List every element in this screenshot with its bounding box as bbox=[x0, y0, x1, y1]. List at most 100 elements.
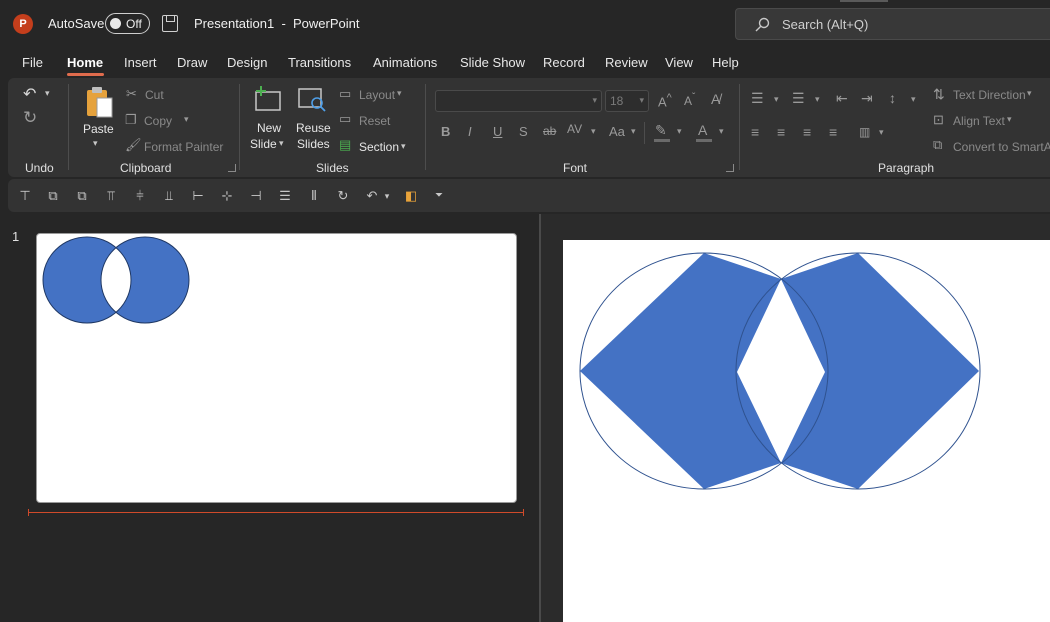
tab-draw[interactable]: Draw bbox=[177, 55, 207, 70]
increase-font-size-icon[interactable]: A^ bbox=[658, 92, 672, 109]
clipboard-launcher-icon[interactable] bbox=[228, 164, 236, 172]
slide-canvas[interactable] bbox=[563, 240, 1050, 622]
new-slide-dropdown-icon[interactable]: ▾ bbox=[279, 138, 284, 149]
align-center-icon[interactable]: ≡ bbox=[777, 124, 785, 140]
tab-record[interactable]: Record bbox=[543, 55, 585, 70]
highlight-dropdown-icon[interactable]: ▾ bbox=[677, 126, 682, 137]
reset-icon[interactable]: ▭ bbox=[339, 111, 351, 127]
send-backward-icon[interactable]: ⧉ bbox=[73, 187, 91, 205]
align-left-icon[interactable]: ≡ bbox=[751, 124, 759, 140]
align-middle-icon[interactable]: ⫩ bbox=[131, 187, 149, 205]
new-slide-label-1[interactable]: New bbox=[257, 121, 281, 135]
tab-animations[interactable]: Animations bbox=[373, 55, 437, 70]
redo-icon[interactable]: ↻ bbox=[23, 108, 37, 128]
section-icon[interactable]: ▤ bbox=[339, 137, 351, 153]
bold-icon[interactable]: B bbox=[441, 124, 450, 139]
copy-dropdown-icon[interactable]: ▾ bbox=[184, 114, 189, 125]
tab-home[interactable]: Home bbox=[67, 55, 103, 70]
columns-icon[interactable]: ▥ bbox=[859, 125, 870, 139]
distribute-horizontal-icon[interactable]: ⫴ bbox=[305, 187, 323, 205]
paste-dropdown-icon[interactable]: ▾ bbox=[93, 138, 98, 149]
align-text-icon[interactable]: ⊡ bbox=[933, 112, 944, 128]
underline-icon[interactable]: U bbox=[493, 124, 502, 139]
align-right-icon[interactable]: ≡ bbox=[803, 124, 811, 140]
tab-file[interactable]: File bbox=[22, 55, 43, 70]
qat-undo-dropdown-icon[interactable]: ▾ bbox=[378, 187, 396, 205]
bullets-dropdown-icon[interactable]: ▾ bbox=[774, 94, 779, 105]
align-left-objects-icon[interactable]: ⊢ bbox=[189, 187, 207, 205]
font-color-dropdown-icon[interactable]: ▾ bbox=[719, 126, 724, 137]
paste-icon[interactable] bbox=[84, 85, 114, 119]
align-text-label[interactable]: Align Text bbox=[953, 114, 1005, 128]
change-case-icon[interactable]: Aa bbox=[609, 124, 625, 139]
layout-icon[interactable]: ▭ bbox=[339, 86, 351, 102]
tab-design[interactable]: Design bbox=[227, 55, 267, 70]
present-icon[interactable]: ⊤ bbox=[16, 187, 34, 205]
section-label[interactable]: Section bbox=[359, 140, 399, 154]
numbering-dropdown-icon[interactable]: ▾ bbox=[815, 94, 820, 105]
slide-shapes[interactable] bbox=[563, 240, 1050, 622]
align-right-objects-icon[interactable]: ⊣ bbox=[247, 187, 265, 205]
text-direction-label[interactable]: Text Direction bbox=[953, 88, 1026, 102]
font-launcher-icon[interactable] bbox=[726, 164, 734, 172]
line-spacing-dropdown-icon[interactable]: ▾ bbox=[911, 94, 916, 105]
reuse-slides-label-1[interactable]: Reuse bbox=[296, 121, 331, 135]
format-painter-icon[interactable]: 🖌 bbox=[125, 137, 142, 153]
clear-formatting-icon[interactable]: A̸ bbox=[711, 91, 720, 107]
align-bottom-icon[interactable]: ⫫ bbox=[160, 187, 178, 205]
new-slide-icon[interactable] bbox=[253, 86, 283, 112]
save-icon[interactable] bbox=[162, 15, 178, 32]
undo-icon[interactable]: ↶ bbox=[23, 84, 36, 104]
customize-qat-icon[interactable]: ⏷ bbox=[430, 187, 448, 205]
character-spacing-dropdown-icon[interactable]: ▾ bbox=[591, 126, 596, 137]
highlight-icon[interactable]: ✎ bbox=[655, 122, 667, 139]
italic-icon[interactable]: I bbox=[468, 124, 472, 139]
tab-insert[interactable]: Insert bbox=[124, 55, 157, 70]
cut-label[interactable]: Cut bbox=[145, 88, 164, 102]
numbering-icon[interactable]: ☰ bbox=[792, 90, 805, 107]
justify-icon[interactable]: ≡ bbox=[829, 124, 837, 140]
font-size-dropdown[interactable]: 18 ▾ bbox=[605, 90, 649, 112]
decrease-indent-icon[interactable]: ⇤ bbox=[836, 90, 848, 107]
paste-label[interactable]: Paste bbox=[83, 122, 114, 136]
font-name-dropdown[interactable]: ▾ bbox=[435, 90, 602, 112]
new-slide-label-2[interactable]: Slide bbox=[250, 137, 277, 151]
smartart-icon[interactable]: ⧉ bbox=[933, 137, 942, 153]
section-dropdown-icon[interactable]: ▾ bbox=[401, 141, 406, 152]
distribute-vertical-icon[interactable]: ☰ bbox=[276, 187, 294, 205]
tab-help[interactable]: Help bbox=[712, 55, 739, 70]
cut-icon[interactable]: ✂ bbox=[126, 86, 137, 102]
copy-icon[interactable]: ❐ bbox=[125, 112, 137, 128]
align-top-icon[interactable]: ⫪ bbox=[102, 187, 120, 205]
copy-label[interactable]: Copy bbox=[144, 114, 172, 128]
tab-transitions[interactable]: Transitions bbox=[288, 55, 351, 70]
text-direction-dropdown-icon[interactable]: ▾ bbox=[1027, 88, 1032, 99]
rotate-icon[interactable]: ↻ bbox=[334, 187, 352, 205]
tab-review[interactable]: Review bbox=[605, 55, 648, 70]
align-text-dropdown-icon[interactable]: ▾ bbox=[1007, 114, 1012, 125]
align-center-objects-icon[interactable]: ⊹ bbox=[218, 187, 236, 205]
increase-indent-icon[interactable]: ⇥ bbox=[861, 90, 873, 107]
undo-dropdown-icon[interactable]: ▾ bbox=[45, 88, 50, 99]
tab-slide-show[interactable]: Slide Show bbox=[460, 55, 525, 70]
columns-dropdown-icon[interactable]: ▾ bbox=[879, 127, 884, 138]
format-painter-label[interactable]: Format Painter bbox=[144, 140, 223, 154]
layout-label[interactable]: Layout bbox=[359, 88, 395, 102]
reuse-slides-label-2[interactable]: Slides bbox=[297, 137, 330, 151]
line-spacing-icon[interactable]: ↕ bbox=[889, 90, 896, 106]
reuse-slides-icon[interactable] bbox=[297, 86, 327, 114]
convert-smartart-label[interactable]: Convert to SmartA bbox=[953, 140, 1050, 154]
change-case-dropdown-icon[interactable]: ▾ bbox=[631, 126, 636, 137]
decrease-font-size-icon[interactable]: Aˇ bbox=[684, 92, 695, 108]
reset-label[interactable]: Reset bbox=[359, 114, 390, 128]
tab-view[interactable]: View bbox=[665, 55, 693, 70]
bring-forward-icon[interactable]: ⧉ bbox=[44, 187, 62, 205]
text-shadow-icon[interactable]: S bbox=[519, 124, 528, 139]
strikethrough-icon[interactable]: ab bbox=[543, 124, 556, 138]
search-box[interactable]: Search (Alt+Q) bbox=[735, 8, 1050, 40]
bullets-icon[interactable]: ☰ bbox=[751, 90, 764, 107]
character-spacing-icon[interactable]: AV bbox=[567, 122, 582, 136]
shape-select-icon[interactable]: ◧ bbox=[402, 187, 420, 205]
text-direction-icon[interactable]: ⇅ bbox=[933, 86, 945, 103]
autosave-toggle[interactable]: Off bbox=[105, 13, 150, 34]
